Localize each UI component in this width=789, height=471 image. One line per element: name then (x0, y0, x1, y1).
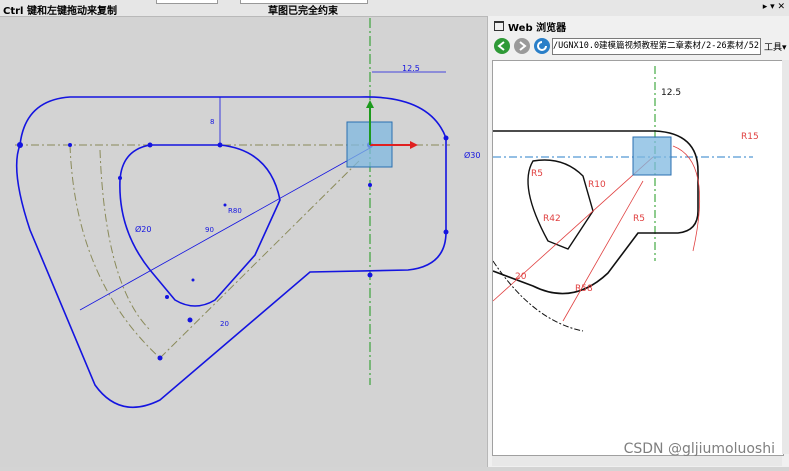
dim-12-5: 12.5 (402, 64, 420, 73)
vertical-scrollbar[interactable] (782, 60, 789, 454)
ref-dim-r42: R42 (543, 214, 561, 224)
dim-90: 90 (205, 226, 214, 234)
ref-dim-r58: R58 (575, 284, 593, 294)
construction-arc-outer (69, 144, 161, 359)
window-icon (494, 21, 504, 31)
browser-nav-bar: /UGNX10.0建模篇视频教程第二章素材/2-26素材/52.jpg 工具▾ (488, 36, 789, 58)
sketch-state: 草图已完全约束 (268, 6, 338, 17)
construction-arc-inner (99, 149, 151, 331)
watermark: CSDN @gljiumoluoshi (623, 441, 775, 457)
reference-image-view[interactable]: 12.5 R15 R5 R10 R42 R5 R58 20 (492, 60, 784, 456)
dim-r80: R80 (228, 207, 242, 215)
cad-graphics-window[interactable]: 12.5 8 Ø30 Ø20 R80 90 20 (0, 0, 486, 467)
dim-20: 20 (220, 320, 229, 328)
tools-menu[interactable]: 工具▾ (764, 40, 787, 53)
dim-d30: Ø30 (464, 150, 480, 160)
sketch-canvas[interactable]: 12.5 8 Ø30 Ø20 R80 90 20 (0, 0, 486, 467)
horizontal-scrollbar[interactable] (492, 456, 782, 466)
ref-dim-r10: R10 (588, 180, 606, 190)
dim-d20: Ø20 (135, 224, 151, 234)
ref-dim-r5b: R5 (633, 214, 645, 224)
address-bar[interactable]: /UGNX10.0建模篇视频教程第二章素材/2-26素材/52.jpg (552, 38, 761, 55)
web-browser-panel: Web 浏览器 /UGNX10.0建模篇视频教程第二章素材/2-26素材/52.… (487, 16, 789, 467)
construction-diagonal (159, 159, 361, 359)
dimension-leader-d30 (79, 147, 371, 311)
panel-title: Web 浏览器 (508, 23, 567, 34)
sketch-points (17, 135, 449, 361)
forward-arrow-icon[interactable] (514, 38, 530, 54)
ref-dim-12-5: 12.5 (661, 88, 681, 98)
ref-dim-20: 20 (515, 272, 527, 282)
ref-dim-r5a: R5 (531, 169, 543, 179)
refresh-icon[interactable] (534, 38, 550, 54)
status-strip: Ctrl 键和左键拖动来复制 草图已完全约束 ▸ ▾ ✕ (0, 0, 789, 17)
status-hint: Ctrl 键和左键拖动来复制 (3, 6, 117, 17)
reference-drawing: 12.5 R15 R5 R10 R42 R5 R58 20 (493, 66, 759, 332)
ref-dim-r15: R15 (741, 132, 759, 142)
window-corner-icons[interactable]: ▸ ▾ ✕ (763, 2, 785, 12)
dim-8: 8 (210, 118, 214, 126)
toolbar-stub-left (156, 0, 218, 4)
toolbar-stub-right (240, 0, 368, 4)
back-arrow-icon[interactable] (494, 38, 510, 54)
panel-header: Web 浏览器 (488, 16, 789, 34)
